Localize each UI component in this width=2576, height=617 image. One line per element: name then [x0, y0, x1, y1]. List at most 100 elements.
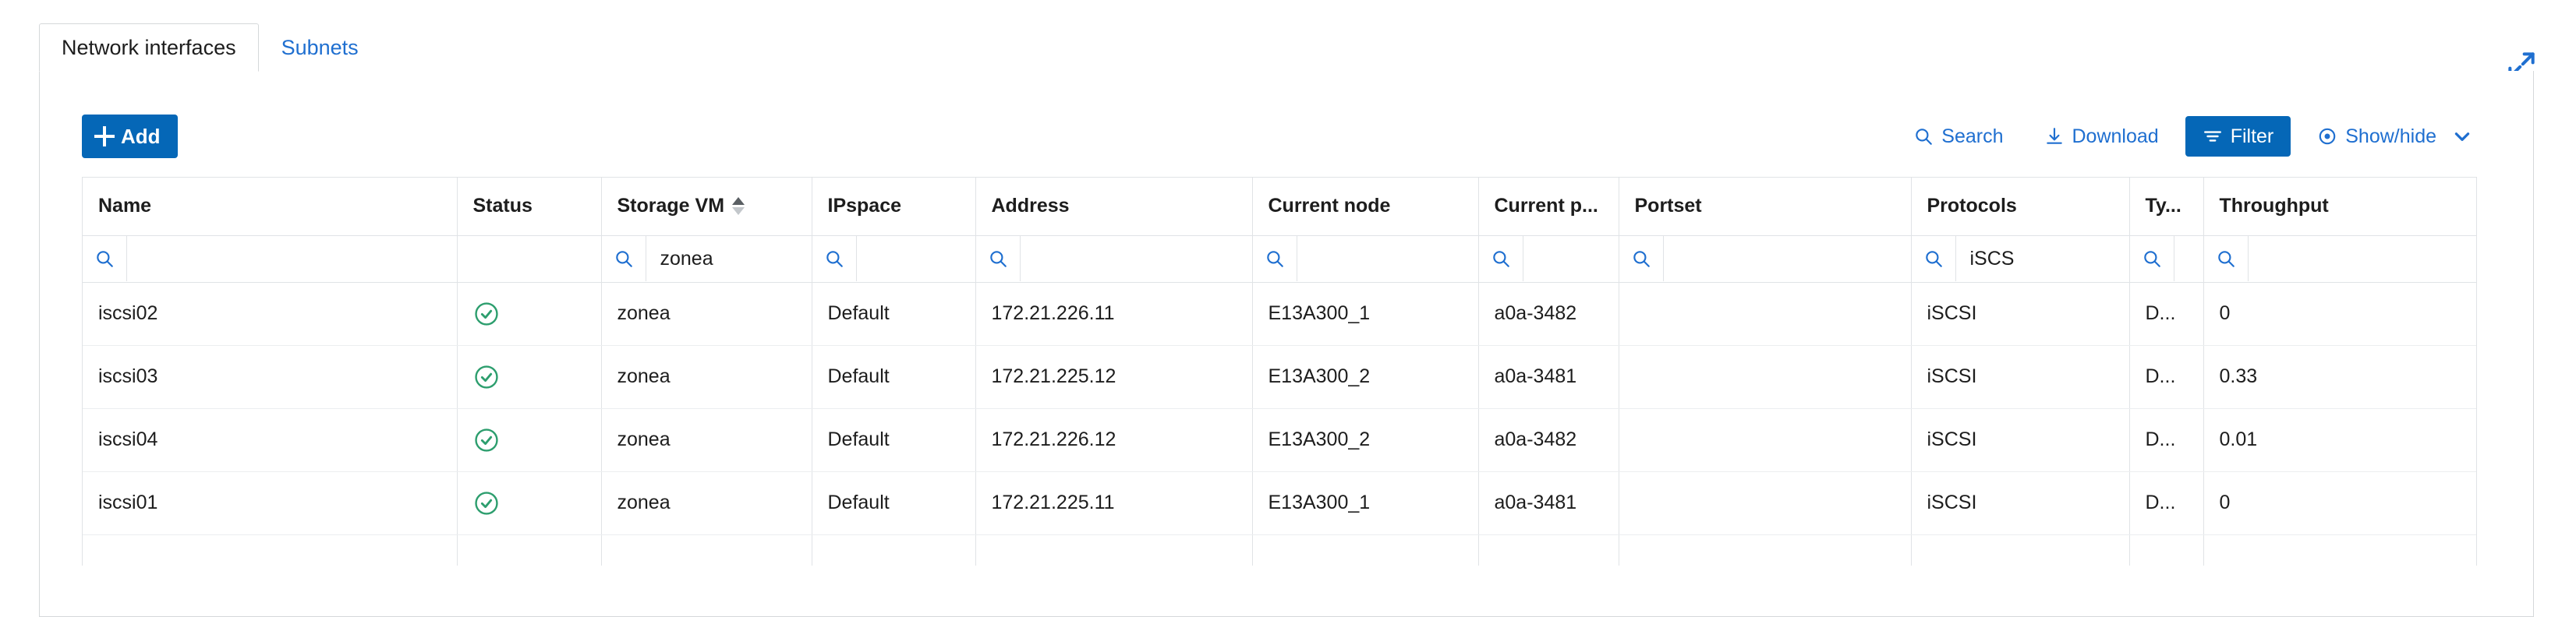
showhide-button[interactable]: Show/hide: [2297, 116, 2493, 157]
cell-current-node: E13A300_1: [1252, 471, 1478, 534]
add-button-label: Add: [121, 125, 161, 149]
col-header-name-label: Name: [98, 195, 151, 217]
filter-input-name[interactable]: [127, 236, 457, 281]
showhide-button-label: Show/hide: [2345, 125, 2436, 148]
cell-protocols: iSCSI: [1911, 471, 2129, 534]
tab-subnets[interactable]: Subnets: [259, 23, 381, 72]
cell-current-node: E13A300_2: [1252, 345, 1478, 408]
cell-current-port[interactable]: a0a-3482: [1478, 282, 1619, 345]
table-toolbar: Add Search: [82, 115, 2493, 158]
download-button-label: Download: [2072, 125, 2159, 148]
col-header-address-label: Address: [992, 195, 1070, 217]
sort-arrows-icon[interactable]: [732, 197, 745, 215]
table-row[interactable]: iscsi02 zonea Default 172.21.226.11 E13A…: [83, 282, 2476, 345]
cell-status: [457, 471, 601, 534]
filter-icon: [2203, 126, 2223, 146]
cell-portset: [1619, 345, 1911, 408]
filter-input-protocols[interactable]: iSCS: [1956, 236, 2129, 281]
filter-search-icon-type[interactable]: [2130, 236, 2174, 281]
filter-row: zonea: [83, 235, 2476, 282]
cell-throughput: 0.01: [2203, 408, 2476, 471]
cell-storage-vm[interactable]: zonea: [601, 471, 812, 534]
add-button[interactable]: Add: [82, 115, 178, 158]
col-header-portset[interactable]: Portset: [1619, 178, 1911, 235]
cell-current-node: E13A300_2: [1252, 408, 1478, 471]
col-header-address[interactable]: Address: [975, 178, 1252, 235]
col-header-throughput[interactable]: Throughput: [2203, 178, 2476, 235]
cell-type: D...: [2129, 345, 2203, 408]
col-header-current-port[interactable]: Current p...: [1478, 178, 1619, 235]
filter-input-current-node[interactable]: [1297, 236, 1478, 281]
content-card: Add Search: [39, 71, 2534, 617]
filter-cell-protocols: iSCS: [1911, 235, 2129, 282]
filter-input-throughput[interactable]: [2249, 236, 2477, 281]
chevron-down-icon: [2452, 126, 2472, 146]
col-header-name[interactable]: Name: [83, 178, 457, 235]
cell-current-port[interactable]: a0a-3481: [1478, 471, 1619, 534]
cell-address: [975, 534, 1252, 566]
filter-search-icon-portset[interactable]: [1619, 236, 1664, 281]
toolbar-actions: Search Download: [1893, 116, 2493, 157]
filter-input-storage-vm[interactable]: zonea: [646, 236, 812, 281]
cell-protocols: iSCSI: [1911, 282, 2129, 345]
tab-subnets-label: Subnets: [281, 36, 359, 60]
cell-type: D...: [2129, 282, 2203, 345]
filter-search-icon-protocols[interactable]: [1912, 236, 1956, 281]
filter-search-icon-storage-vm[interactable]: [602, 236, 646, 281]
filter-search-icon-ipspace[interactable]: [812, 236, 857, 281]
cell-current-node: [1252, 534, 1478, 566]
eye-icon: [2317, 126, 2337, 146]
download-icon: [2044, 126, 2065, 146]
grid: Name Status Storage VM: [83, 178, 2476, 566]
search-button[interactable]: Search: [1893, 116, 2023, 157]
col-header-type[interactable]: Ty...: [2129, 178, 2203, 235]
network-interfaces-table: Name Status Storage VM: [82, 177, 2477, 566]
cell-current-node: E13A300_1: [1252, 282, 1478, 345]
sort-descending-icon: [732, 207, 745, 215]
filter-button[interactable]: Filter: [2185, 116, 2291, 157]
cell-ipspace: Default: [812, 471, 975, 534]
filter-input-address[interactable]: [1021, 236, 1252, 281]
status-ok-icon: [473, 427, 500, 453]
col-header-current-port-label: Current p...: [1495, 195, 1598, 217]
cell-storage-vm: [601, 534, 812, 566]
filter-input-current-port[interactable]: [1523, 236, 1619, 281]
filter-search-icon-address[interactable]: [976, 236, 1021, 281]
filter-input-ipspace[interactable]: [857, 236, 975, 281]
status-ok-icon: [473, 364, 500, 390]
filter-input-portset[interactable]: [1664, 236, 1911, 281]
table-row[interactable]: iscsi01 zonea Default 172.21.225.11 E13A…: [83, 471, 2476, 534]
cell-storage-vm[interactable]: zonea: [601, 282, 812, 345]
cell-storage-vm[interactable]: zonea: [601, 408, 812, 471]
col-header-ipspace[interactable]: IPspace: [812, 178, 975, 235]
filter-search-icon-throughput[interactable]: [2204, 236, 2249, 281]
sort-ascending-icon: [732, 197, 745, 205]
download-button[interactable]: Download: [2024, 116, 2179, 157]
cell-current-port[interactable]: a0a-3482: [1478, 408, 1619, 471]
cell-throughput: 0: [2203, 282, 2476, 345]
filter-cell-ipspace: [812, 235, 975, 282]
filter-cell-current-port: [1478, 235, 1619, 282]
cell-type: D...: [2129, 471, 2203, 534]
col-header-protocols[interactable]: Protocols: [1911, 178, 2129, 235]
col-header-storage-vm[interactable]: Storage VM: [601, 178, 812, 235]
cell-throughput: [2203, 534, 2476, 566]
tab-network-interfaces[interactable]: Network interfaces: [39, 23, 259, 72]
col-header-type-label: Ty...: [2146, 195, 2181, 217]
col-header-protocols-label: Protocols: [1927, 195, 2017, 217]
cell-throughput: 0: [2203, 471, 2476, 534]
cell-name: iscsi03: [83, 345, 457, 408]
cell-storage-vm[interactable]: zonea: [601, 345, 812, 408]
col-header-current-node[interactable]: Current node: [1252, 178, 1478, 235]
filter-search-icon-name[interactable]: [83, 236, 127, 281]
filter-search-icon-current-port[interactable]: [1479, 236, 1523, 281]
cell-current-port[interactable]: a0a-3481: [1478, 345, 1619, 408]
filter-search-icon-current-node[interactable]: [1253, 236, 1297, 281]
table-row[interactable]: iscsi04 zonea Default 172.21.226.12 E13A…: [83, 408, 2476, 471]
col-header-status[interactable]: Status: [457, 178, 601, 235]
cell-current-port: [1478, 534, 1619, 566]
grid-body: iscsi02 zonea Default 172.21.226.11 E13A…: [83, 282, 2476, 566]
table-row[interactable]: iscsi03 zonea Default 172.21.225.12 E13A…: [83, 345, 2476, 408]
col-header-ipspace-label: IPspace: [828, 195, 902, 217]
table-row[interactable]: [83, 534, 2476, 566]
